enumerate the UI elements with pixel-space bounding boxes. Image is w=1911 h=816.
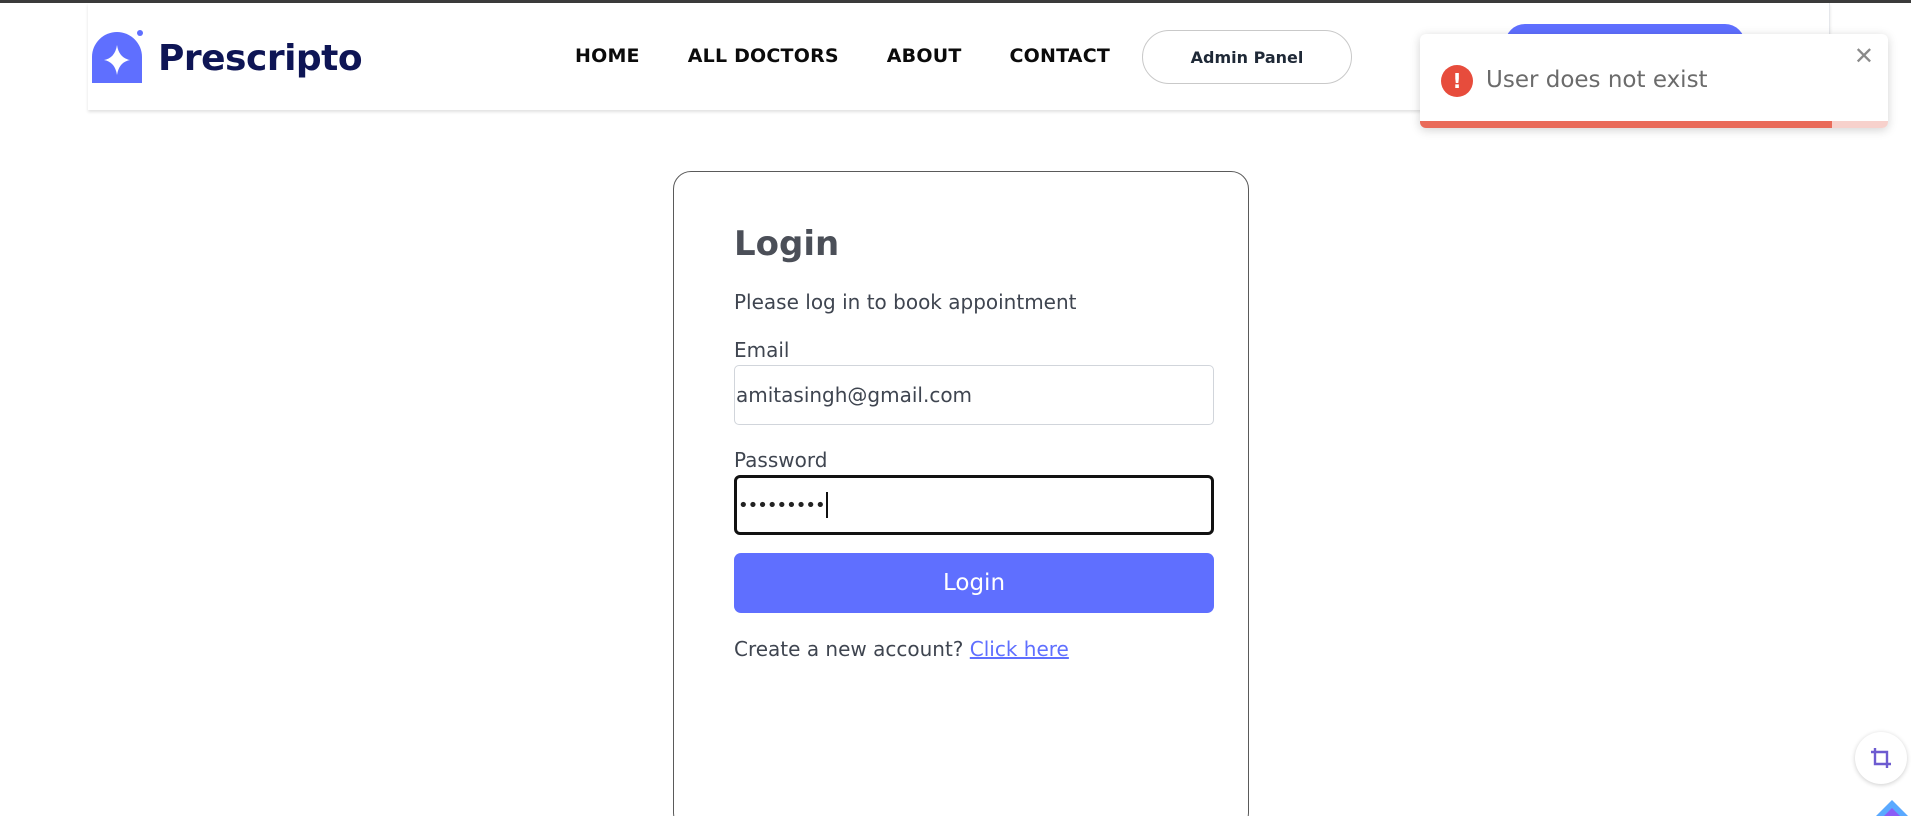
admin-panel-button[interactable]: Admin Panel (1142, 30, 1352, 84)
email-label: Email (734, 338, 790, 362)
brand-name: Prescripto (158, 37, 363, 79)
close-icon[interactable]: ✕ (1854, 42, 1874, 70)
nav-contact[interactable]: CONTACT (1010, 45, 1111, 67)
brand-logo[interactable]: Prescripto (88, 29, 363, 87)
crop-tool-button[interactable] (1855, 732, 1907, 784)
text-caret (825, 492, 828, 518)
error-toast: ! User does not exist ✕ (1420, 34, 1888, 128)
extension-logo-icon[interactable] (1874, 794, 1911, 816)
create-account-prompt: Create a new account? (734, 637, 964, 661)
logo-icon (92, 30, 143, 83)
login-card: Login Please log in to book appointment … (673, 171, 1249, 816)
toast-message: User does not exist (1486, 67, 1708, 93)
login-subtitle: Please log in to book appointment (734, 290, 1077, 314)
crop-icon (1871, 748, 1891, 768)
password-mask: ••••••••• (738, 494, 826, 516)
password-label: Password (734, 448, 828, 472)
nav-all-doctors[interactable]: ALL DOCTORS (688, 45, 839, 67)
nav-home[interactable]: HOME (575, 45, 640, 67)
error-icon: ! (1441, 65, 1473, 97)
main-nav: HOME ALL DOCTORS ABOUT CONTACT (575, 45, 1158, 67)
login-title: Login (734, 224, 840, 264)
nav-about[interactable]: ABOUT (887, 45, 962, 67)
email-value: amitasingh@gmail.com (736, 383, 973, 407)
create-account-line: Create a new account? Click here (734, 637, 1069, 661)
login-button[interactable]: Login (734, 553, 1214, 613)
create-account-link[interactable]: Click here (970, 637, 1069, 661)
toast-progress-bar (1420, 121, 1832, 128)
password-field[interactable]: ••••••••• (734, 475, 1214, 535)
email-field[interactable]: amitasingh@gmail.com (734, 365, 1214, 425)
